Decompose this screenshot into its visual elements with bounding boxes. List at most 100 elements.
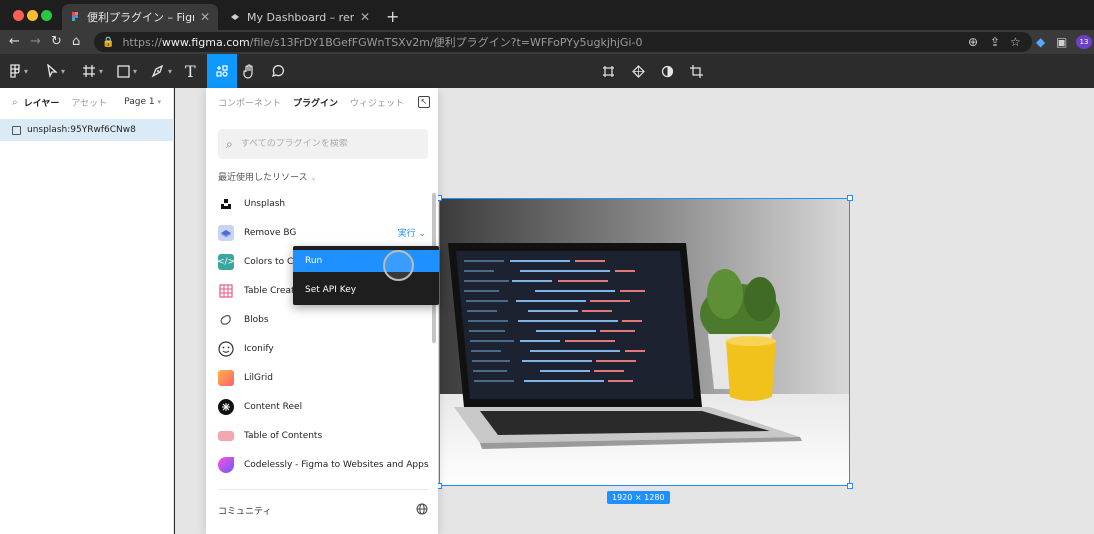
unsplash-icon [218,196,234,212]
shape-tool-button[interactable]: ▾ [117,54,137,88]
layers-panel-tabs: ⌕ レイヤー アセット Page 1 ▾ [0,88,173,116]
laptop-photo [440,199,849,485]
maximize-window-button[interactable] [41,10,52,21]
move-tool-button[interactable]: ▾ [46,54,65,88]
resize-handle-top-right[interactable] [847,195,853,201]
figma-toolbar: ▾ ▾ ▾ ▾ ▾ T [0,54,1094,88]
tab-figma[interactable]: 便利プラグイン – Figma ✕ [62,4,218,30]
plugin-search-input[interactable] [240,139,411,149]
mouse-cursor-indicator [383,250,414,281]
code-brackets-icon: </> [218,253,235,270]
search-layers-icon[interactable]: ⌕ [12,97,18,108]
plugin-item-codelessly[interactable]: Codelessly - Figma to Websites and Apps … [218,450,430,479]
minimize-window-button[interactable] [27,10,38,21]
extension-puzzle-icon[interactable]: ▣ [1056,35,1067,49]
plugin-item-remove-bg[interactable]: Remove BG 実行 ⌄ [218,218,430,247]
comment-tool-button[interactable] [271,54,285,88]
collapse-panel-icon[interactable]: ↖ [418,96,430,108]
tab-plugins[interactable]: プラグイン [293,96,338,109]
divider [218,489,428,490]
page-selector[interactable]: Page 1 ▾ [124,97,161,107]
tab-removebg[interactable]: My Dashboard – remove.bg ✕ [222,4,378,30]
codelessly-icon [218,456,234,473]
plugin-name: Iconify [244,343,274,354]
contrast-icon [661,65,674,77]
url-text: https://www.figma.com/file/s13FrDY1BGefF… [122,36,643,49]
profile-badge[interactable]: 13 [1076,35,1092,49]
plugin-item-lilgrid[interactable]: LilGrid [218,363,430,392]
selection-dimension-badge: 1920 × 1280 [607,491,670,504]
plugin-name: Table of Contents [244,430,323,441]
extension-icon[interactable]: ◆ [1036,35,1045,49]
recent-resources-heading[interactable]: 最近使用したリソース ⌄ [218,170,316,183]
chevron-down-icon: ⌄ [310,174,317,182]
reload-icon[interactable]: ↻ [51,34,62,49]
new-tab-button[interactable]: + [386,7,399,26]
plugin-search-box[interactable]: ⌕ [218,129,428,159]
search-icon: ⌕ [226,136,233,151]
table-of-contents-icon [218,430,234,441]
text-tool-button[interactable]: T [185,54,196,88]
plugin-name: Blobs [244,314,269,325]
removebg-favicon-icon [231,14,239,20]
lock-icon: 🔒 [102,36,115,48]
close-window-button[interactable] [13,10,24,21]
rectangle-icon [117,64,130,78]
tab-components[interactable]: コンポーネント [218,96,281,109]
plugin-name: Codelessly - Figma to Websites and Apps … [244,459,430,470]
plugin-name: LilGrid [244,372,273,383]
main-menu-button[interactable]: ▾ [9,54,28,88]
pen-tool-button[interactable]: ▾ [151,54,172,88]
tab-assets[interactable]: アセット [71,96,107,109]
community-label: コミュニティ [218,507,272,517]
lilgrid-icon [218,369,234,386]
table-grid-icon [218,283,234,299]
blob-icon [218,312,234,328]
tab-title: My Dashboard – remove.bg [247,10,354,24]
hand-tool-button[interactable] [242,54,256,88]
community-link[interactable]: コミュニティ [218,503,428,518]
bookmark-star-icon[interactable]: ☆ [1010,35,1021,49]
image-layer-icon [12,125,21,135]
tab-widgets[interactable]: ウィジェット [350,96,404,109]
close-tab-icon[interactable]: ✕ [360,10,370,24]
back-icon[interactable]: ← [9,34,20,49]
resources-tool-button[interactable] [207,54,237,88]
plugin-item-unsplash[interactable]: Unsplash [218,189,430,218]
plugin-name: Remove BG [244,227,297,238]
component-diamond-button[interactable] [632,54,645,88]
plugin-name: Content Reel [244,401,303,412]
pen-nib-icon [151,64,164,78]
tab-layers[interactable]: レイヤー [24,96,60,109]
resources-grid-icon [216,65,228,77]
resize-handle-bottom-right[interactable] [847,483,853,489]
close-tab-icon[interactable]: ✕ [200,10,210,24]
forward-icon[interactable]: → [30,34,41,49]
resources-tabs: コンポーネント プラグイン ウィジェット ↖ [206,88,438,116]
cursor-arrow-icon [47,64,58,78]
layer-item[interactable]: unsplash:95YRwf6CNw8 [0,119,174,141]
menu-item-run[interactable]: Run [293,250,439,272]
frame-tool-button[interactable]: ▾ [82,54,103,88]
home-icon[interactable]: ⌂ [72,34,80,49]
selected-image-frame[interactable] [439,198,850,486]
mask-button[interactable] [661,54,674,88]
globe-icon [416,503,428,518]
create-component-button[interactable] [602,54,615,88]
share-icon[interactable]: ⇪ [990,35,1000,49]
plugin-item-table-of-contents[interactable]: Table of Contents [218,421,430,450]
layers-panel: ⌕ レイヤー アセット Page 1 ▾ unsplash:95YRwf6CNw… [0,88,174,534]
plugin-item-content-reel[interactable]: Content Reel [218,392,430,421]
plugin-item-iconify[interactable]: Iconify [218,334,430,363]
chevron-down-icon: ⌄ [418,229,426,239]
menu-item-set-api-key[interactable]: Set API Key [293,279,439,301]
crop-button[interactable] [690,54,703,88]
figma-logo-icon [10,64,20,78]
resources-panel: コンポーネント プラグイン ウィジェット ↖ ⌕ 最近使用したリソース⌄ Uns… [206,88,438,534]
browser-toolbar: ← → ↻ ⌂ 🔒 https://www.figma.com/file/s13… [0,30,1094,54]
plugin-item-blobs[interactable]: Blobs [218,305,430,334]
remove-bg-icon [218,224,234,241]
run-plugin-button[interactable]: 実行 ⌄ [398,226,426,239]
zoom-icon[interactable]: ⊕ [968,35,978,49]
address-bar[interactable]: 🔒 https://www.figma.com/file/s13FrDY1BGe… [94,32,1032,52]
